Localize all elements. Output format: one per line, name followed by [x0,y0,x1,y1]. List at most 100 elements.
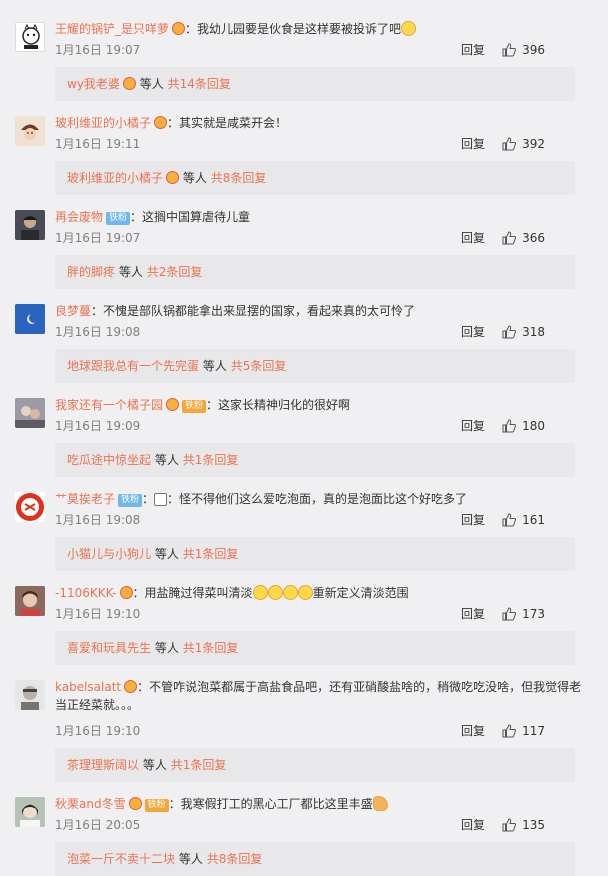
comment-meta: 1月16日 19:09 回复 180 [55,417,578,435]
sub-reply-user[interactable]: 吃瓜途中惊坐起 [67,453,151,467]
comment-text-line: 王耀的锅铲_是只咩萝 ：我幼儿园要是伙食是这样要被投诉了吧 [55,20,588,38]
username-link[interactable]: 玻利维亚的小橘子 [55,116,151,130]
sub-reply-user[interactable]: 玻利维亚的小橘子 [67,171,163,185]
comment-text-line: kabelsalatt ：不管咋说泡菜都属于高盐食品吧，还有亚硝酸盐啥的，稍微吃吃… [55,678,588,714]
comment-meta: 1月16日 19:10 回复 173 [55,605,578,623]
reply-button[interactable]: 回复 [461,323,485,341]
sub-reply-bar[interactable]: 茶理理斯阔以 等人 共1条回复 [55,748,575,782]
comment-text-line: 良梦蔓：不愧是部队锅都能拿出来显摆的国家，看起来真的太可怜了 [55,302,588,320]
sub-reply-count[interactable]: 共8条回复 [207,852,263,866]
reply-button[interactable]: 回复 [461,816,485,834]
avatar[interactable] [15,22,45,52]
sub-reply-user[interactable]: 茶理理斯阔以 [67,758,139,772]
like-button[interactable]: 392 [502,135,545,153]
sub-reply-bar[interactable]: 吃瓜途中惊坐起 等人 共1条回复 [55,443,575,477]
sub-reply-others: 等人 [154,453,179,467]
sub-reply-bar[interactable]: 泡菜一斤不卖十二块 等人 共8条回复 [55,842,575,876]
comment-text: ：我寒假打工的黑心工厂都比这里丰盛 [168,797,373,811]
reply-button[interactable]: 回复 [461,511,485,529]
like-button[interactable]: 396 [502,41,545,59]
like-button[interactable]: 161 [502,511,545,529]
avatar[interactable] [15,210,45,240]
sub-reply-others: 等人 [139,77,164,91]
sub-reply-user[interactable]: 小猫儿与小狗儿 [67,547,151,561]
sweat-emoji-icon [401,21,417,36]
like-button[interactable]: 173 [502,605,545,623]
like-count: 173 [522,607,545,621]
reply-button[interactable]: 回复 [461,722,485,740]
sub-reply-user[interactable]: 胖的脚疼 [67,265,115,279]
comment-time: 1月16日 19:11 [55,137,141,151]
vip-badge-icon [128,797,142,810]
username-link[interactable]: kabelsalatt [55,680,121,694]
comment-text-line: -1106KKK- ：用盐腌过得菜叫清淡 重新定义清淡范围 [55,584,588,602]
avatar[interactable] [15,586,45,616]
avatar[interactable] [15,398,45,428]
avatar[interactable] [15,116,45,146]
sub-reply-user[interactable]: 喜爱和玩具先生 [67,641,151,655]
vip-badge-icon [124,680,138,693]
comment-meta: 1月16日 19:10 回复 117 [55,722,578,740]
sub-reply-user[interactable]: 泡菜一斤不卖十二块 [67,852,175,866]
like-button[interactable]: 180 [502,417,545,435]
sub-reply-others: 等人 [154,641,179,655]
username-link[interactable]: -1106KKK- [55,586,117,600]
sub-reply-user[interactable]: wy我老婆 [67,77,120,91]
comment-text-line: 再会废物 铁粉 ：这搁中国算虐待儿童 [55,208,588,226]
sub-reply-count[interactable]: 共14条回复 [168,77,231,91]
reply-button[interactable]: 回复 [461,417,485,435]
sub-reply-bar[interactable]: 胖的脚疼 等人 共2条回复 [55,255,575,289]
reply-button[interactable]: 回复 [461,135,485,153]
comment-text-line: 艹莫挨老子 铁粉：：怪不得他们这么爱吃泡面，真的是泡面比这个好吃多了 [55,492,468,507]
surprised-emoji-icon [297,585,313,600]
sub-reply-count[interactable]: 共1条回复 [183,641,239,655]
sub-reply-count[interactable]: 共5条回复 [231,359,287,373]
avatar[interactable] [15,680,45,710]
avatar[interactable] [15,797,45,827]
sub-reply-user[interactable]: 地球跟我总有一个先完蛋 [67,359,199,373]
comment-meta: 1月16日 19:08 回复 318 [55,323,578,341]
username-link[interactable]: 秋栗and冬雪 [55,797,126,811]
sub-reply-count[interactable]: 共1条回复 [171,758,227,772]
like-button[interactable]: 117 [502,722,545,740]
like-button[interactable]: 135 [502,816,545,834]
sub-reply-bar[interactable]: 地球跟我总有一个先完蛋 等人 共5条回复 [55,349,575,383]
reply-button[interactable]: 回复 [461,41,485,59]
username-link[interactable]: 我家还有一个橘子园 [55,398,163,412]
box-emoji-icon [154,493,168,506]
reply-button[interactable]: 回复 [461,605,485,623]
like-count: 161 [522,513,545,527]
sub-reply-bar[interactable]: 玻利维亚的小橘子 等人 共8条回复 [55,161,575,195]
sub-reply-count[interactable]: 共1条回复 [183,453,239,467]
reply-button[interactable]: 回复 [461,229,485,247]
avatar[interactable] [15,304,45,334]
username-link[interactable]: 王耀的锅铲_是只咩萝 [55,22,169,36]
comment-text-tail: 重新定义清淡范围 [312,586,409,600]
vip-badge-icon [166,171,180,184]
username-link[interactable]: 艹莫挨老子 [55,492,115,506]
username-link[interactable]: 再会废物 [55,210,103,224]
like-button[interactable]: 366 [502,229,545,247]
sub-reply-bar[interactable]: wy我老婆 等人 共14条回复 [55,67,575,101]
comment-meta: 1月16日 20:05 回复 135 [55,816,578,834]
thumbs-up-icon [502,43,517,57]
like-count: 117 [522,724,545,738]
sub-reply-others: 等人 [182,171,207,185]
username-link[interactable]: 良梦蔓 [55,304,91,318]
comment-text: ：怪不得他们这么爱吃泡面，真的是泡面比这个好吃多了 [167,492,468,506]
thumbs-up-icon [502,513,517,527]
sub-reply-count[interactable]: 共2条回复 [147,265,203,279]
like-button[interactable]: 318 [502,323,545,341]
thumbs-up-icon [502,231,517,245]
sub-reply-count[interactable]: 共1条回复 [183,547,239,561]
like-count: 366 [522,231,545,245]
sub-reply-count[interactable]: 共8条回复 [211,171,267,185]
comment-meta: 1月16日 19:11 回复 392 [55,135,578,153]
sub-reply-bar[interactable]: 小猫儿与小狗儿 等人 共1条回复 [55,537,575,571]
comment-meta: 1月16日 19:07 回复 396 [55,41,578,59]
comment-text-line: 我家还有一个橘子园 铁粉 ：这家长精神归化的很好啊 [55,396,588,414]
comment-time: 1月16日 20:05 [55,818,141,832]
avatar[interactable] [15,492,45,522]
sub-reply-bar[interactable]: 喜爱和玩具先生 等人 共1条回复 [55,631,575,665]
comment-meta: 1月16日 19:07 回复 366 [55,229,578,247]
